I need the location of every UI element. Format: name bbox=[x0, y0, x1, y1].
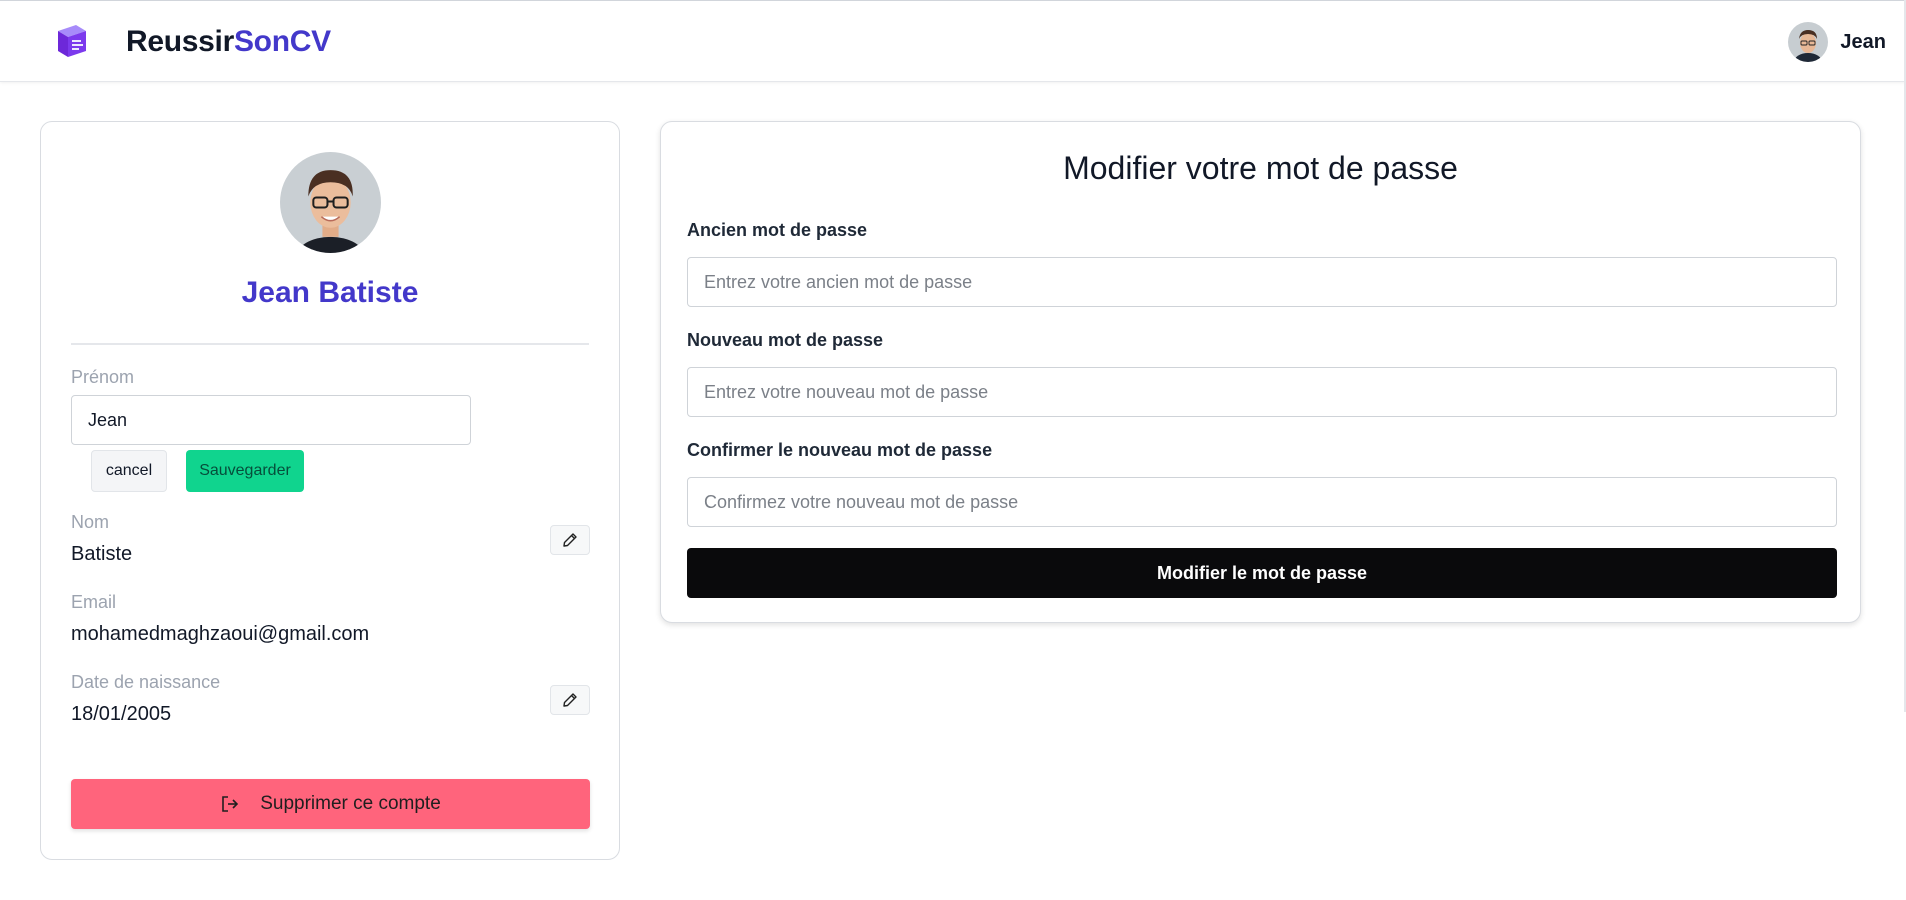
profile-card: Jean Batiste Prénom cancel Sauvegarder N… bbox=[40, 121, 620, 860]
pencil-icon bbox=[563, 533, 577, 547]
pencil-icon bbox=[563, 693, 577, 707]
email-label: Email bbox=[71, 592, 117, 612]
old-password-input[interactable] bbox=[687, 257, 1837, 307]
delete-account-button[interactable]: Supprimer ce compte bbox=[71, 779, 590, 829]
delete-account-label: Supprimer ce compte bbox=[260, 793, 441, 814]
confirm-password-input[interactable] bbox=[687, 477, 1837, 527]
brand-part-1: Reussir bbox=[126, 25, 234, 58]
old-password-label: Ancien mot de passe bbox=[687, 220, 868, 240]
edit-lastname-button[interactable] bbox=[550, 525, 590, 555]
brand-part-2: SonCV bbox=[233, 25, 331, 58]
birthdate-label: Date de naissance bbox=[71, 672, 221, 692]
new-password-input[interactable] bbox=[687, 367, 1837, 417]
change-password-button[interactable]: Modifier le mot de passe bbox=[687, 548, 1837, 598]
firstname-input[interactable] bbox=[71, 395, 471, 445]
profile-full-name: Jean Batiste bbox=[241, 276, 419, 309]
password-card: Modifier votre mot de passe Ancien mot d… bbox=[660, 121, 1861, 623]
firstname-label: Prénom bbox=[71, 367, 135, 387]
profile-avatar bbox=[280, 152, 381, 253]
divider bbox=[71, 343, 589, 345]
confirm-password-label: Confirmer le nouveau mot de passe bbox=[687, 440, 993, 460]
cv-document-icon[interactable] bbox=[52, 21, 92, 61]
logout-icon bbox=[222, 796, 239, 812]
new-password-label: Nouveau mot de passe bbox=[687, 330, 884, 350]
user-name: Jean bbox=[1840, 30, 1886, 53]
save-button[interactable]: Sauvegarder bbox=[186, 450, 304, 492]
birthdate-value: 18/01/2005 bbox=[71, 703, 172, 725]
lastname-label: Nom bbox=[71, 512, 110, 532]
avatar bbox=[1788, 22, 1829, 62]
lastname-value: Batiste bbox=[71, 543, 133, 565]
password-card-title: Modifier votre mot de passe bbox=[1063, 150, 1458, 186]
brand-logo-text[interactable]: ReussirSonCV bbox=[126, 25, 331, 59]
user-menu[interactable]: Jean bbox=[1788, 21, 1886, 63]
email-value: mohamedmaghzaoui@gmail.com bbox=[71, 623, 370, 645]
edit-birthdate-button[interactable] bbox=[550, 685, 590, 715]
top-navbar: ReussirSonCV Jean bbox=[0, 0, 1906, 82]
cancel-button[interactable]: cancel bbox=[91, 450, 167, 492]
